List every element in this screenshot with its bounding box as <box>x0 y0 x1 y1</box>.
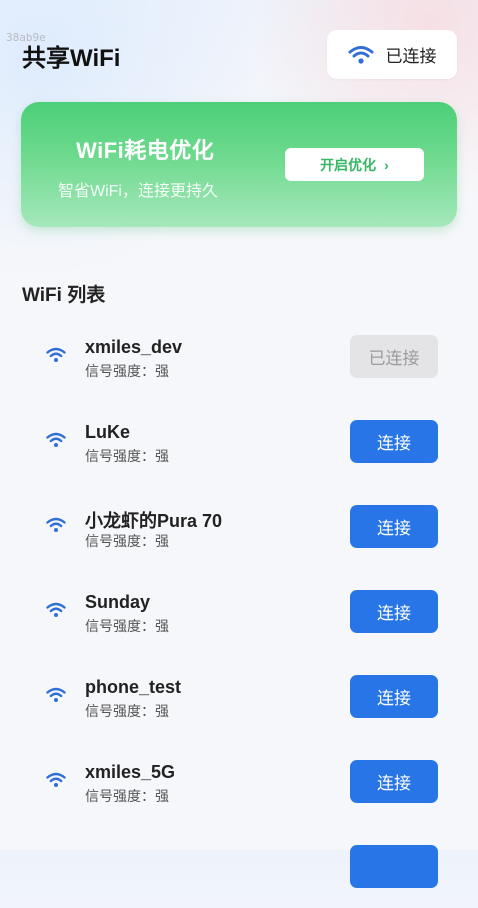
wifi-list-item[interactable]: xmiles_5G 信号强度：强 连接 <box>0 738 478 823</box>
enable-optimize-button[interactable]: 开启优化 › <box>285 148 424 181</box>
connected-button[interactable]: 已连接 <box>350 335 438 378</box>
wifi-signal-strength: 信号强度：强 <box>85 703 169 719</box>
connect-button[interactable]: 连接 <box>350 420 438 463</box>
connect-button[interactable] <box>350 845 438 888</box>
connect-button[interactable]: 连接 <box>350 760 438 803</box>
wifi-signal-icon <box>46 772 66 793</box>
wifi-name: 小龙虾的Pura 70 <box>85 511 223 531</box>
wifi-name: Sunday <box>85 592 151 612</box>
wifi-list-item[interactable]: xmiles_dev 信号强度：强 已连接 <box>0 313 478 398</box>
wifi-name: phone_test <box>85 677 182 697</box>
wifi-signal-strength: 信号强度：强 <box>85 363 169 379</box>
wifi-signal-icon <box>46 347 66 368</box>
wifi-optimize-banner[interactable]: WiFi耗电优化 智省WiFi，连接更持久 开启优化 › <box>21 102 457 227</box>
wifi-name: xmiles_dev <box>85 337 183 357</box>
wifi-signal-strength: 信号强度：强 <box>85 618 169 634</box>
chevron-right-icon: › <box>384 156 389 173</box>
wifi-name: xmiles_5G <box>85 762 176 782</box>
wifi-signal-strength: 信号强度：强 <box>85 788 169 804</box>
wifi-signal-strength: 信号强度：强 <box>85 448 169 464</box>
connect-button[interactable]: 连接 <box>350 505 438 548</box>
connect-button[interactable]: 连接 <box>350 590 438 633</box>
wifi-list: xmiles_dev 信号强度：强 已连接 LuKe 信号强度：强 连接 小龙虾… <box>0 313 478 908</box>
connect-button[interactable]: 连接 <box>350 675 438 718</box>
wifi-signal-icon <box>46 687 66 708</box>
wifi-signal-icon <box>46 517 66 538</box>
wifi-signal-icon <box>46 602 66 623</box>
wifi-list-item[interactable]: LuKe 信号强度：强 连接 <box>0 398 478 483</box>
wifi-list-item[interactable]: 小龙虾的Pura 70 信号强度：强 连接 <box>0 483 478 568</box>
enable-optimize-label: 开启优化 <box>320 156 377 173</box>
wifi-list-item[interactable]: phone_test 信号强度：强 连接 <box>0 653 478 738</box>
wifi-icon <box>348 45 374 65</box>
wifi-signal-icon <box>46 432 66 453</box>
connection-status-button[interactable]: 已连接 <box>327 30 457 79</box>
wifi-list-title: WiFi 列表 <box>22 285 106 306</box>
wifi-list-item[interactable] <box>0 823 478 908</box>
page-title: 共享WiFi <box>22 45 121 72</box>
connection-status-label: 已连接 <box>385 47 437 66</box>
banner-subtitle: 智省WiFi，连接更持久 <box>58 183 218 200</box>
wifi-name: LuKe <box>85 422 130 442</box>
banner-title: WiFi耗电优化 <box>76 138 215 163</box>
wifi-signal-strength: 信号强度：强 <box>85 533 169 549</box>
wifi-list-item[interactable]: Sunday 信号强度：强 连接 <box>0 568 478 653</box>
